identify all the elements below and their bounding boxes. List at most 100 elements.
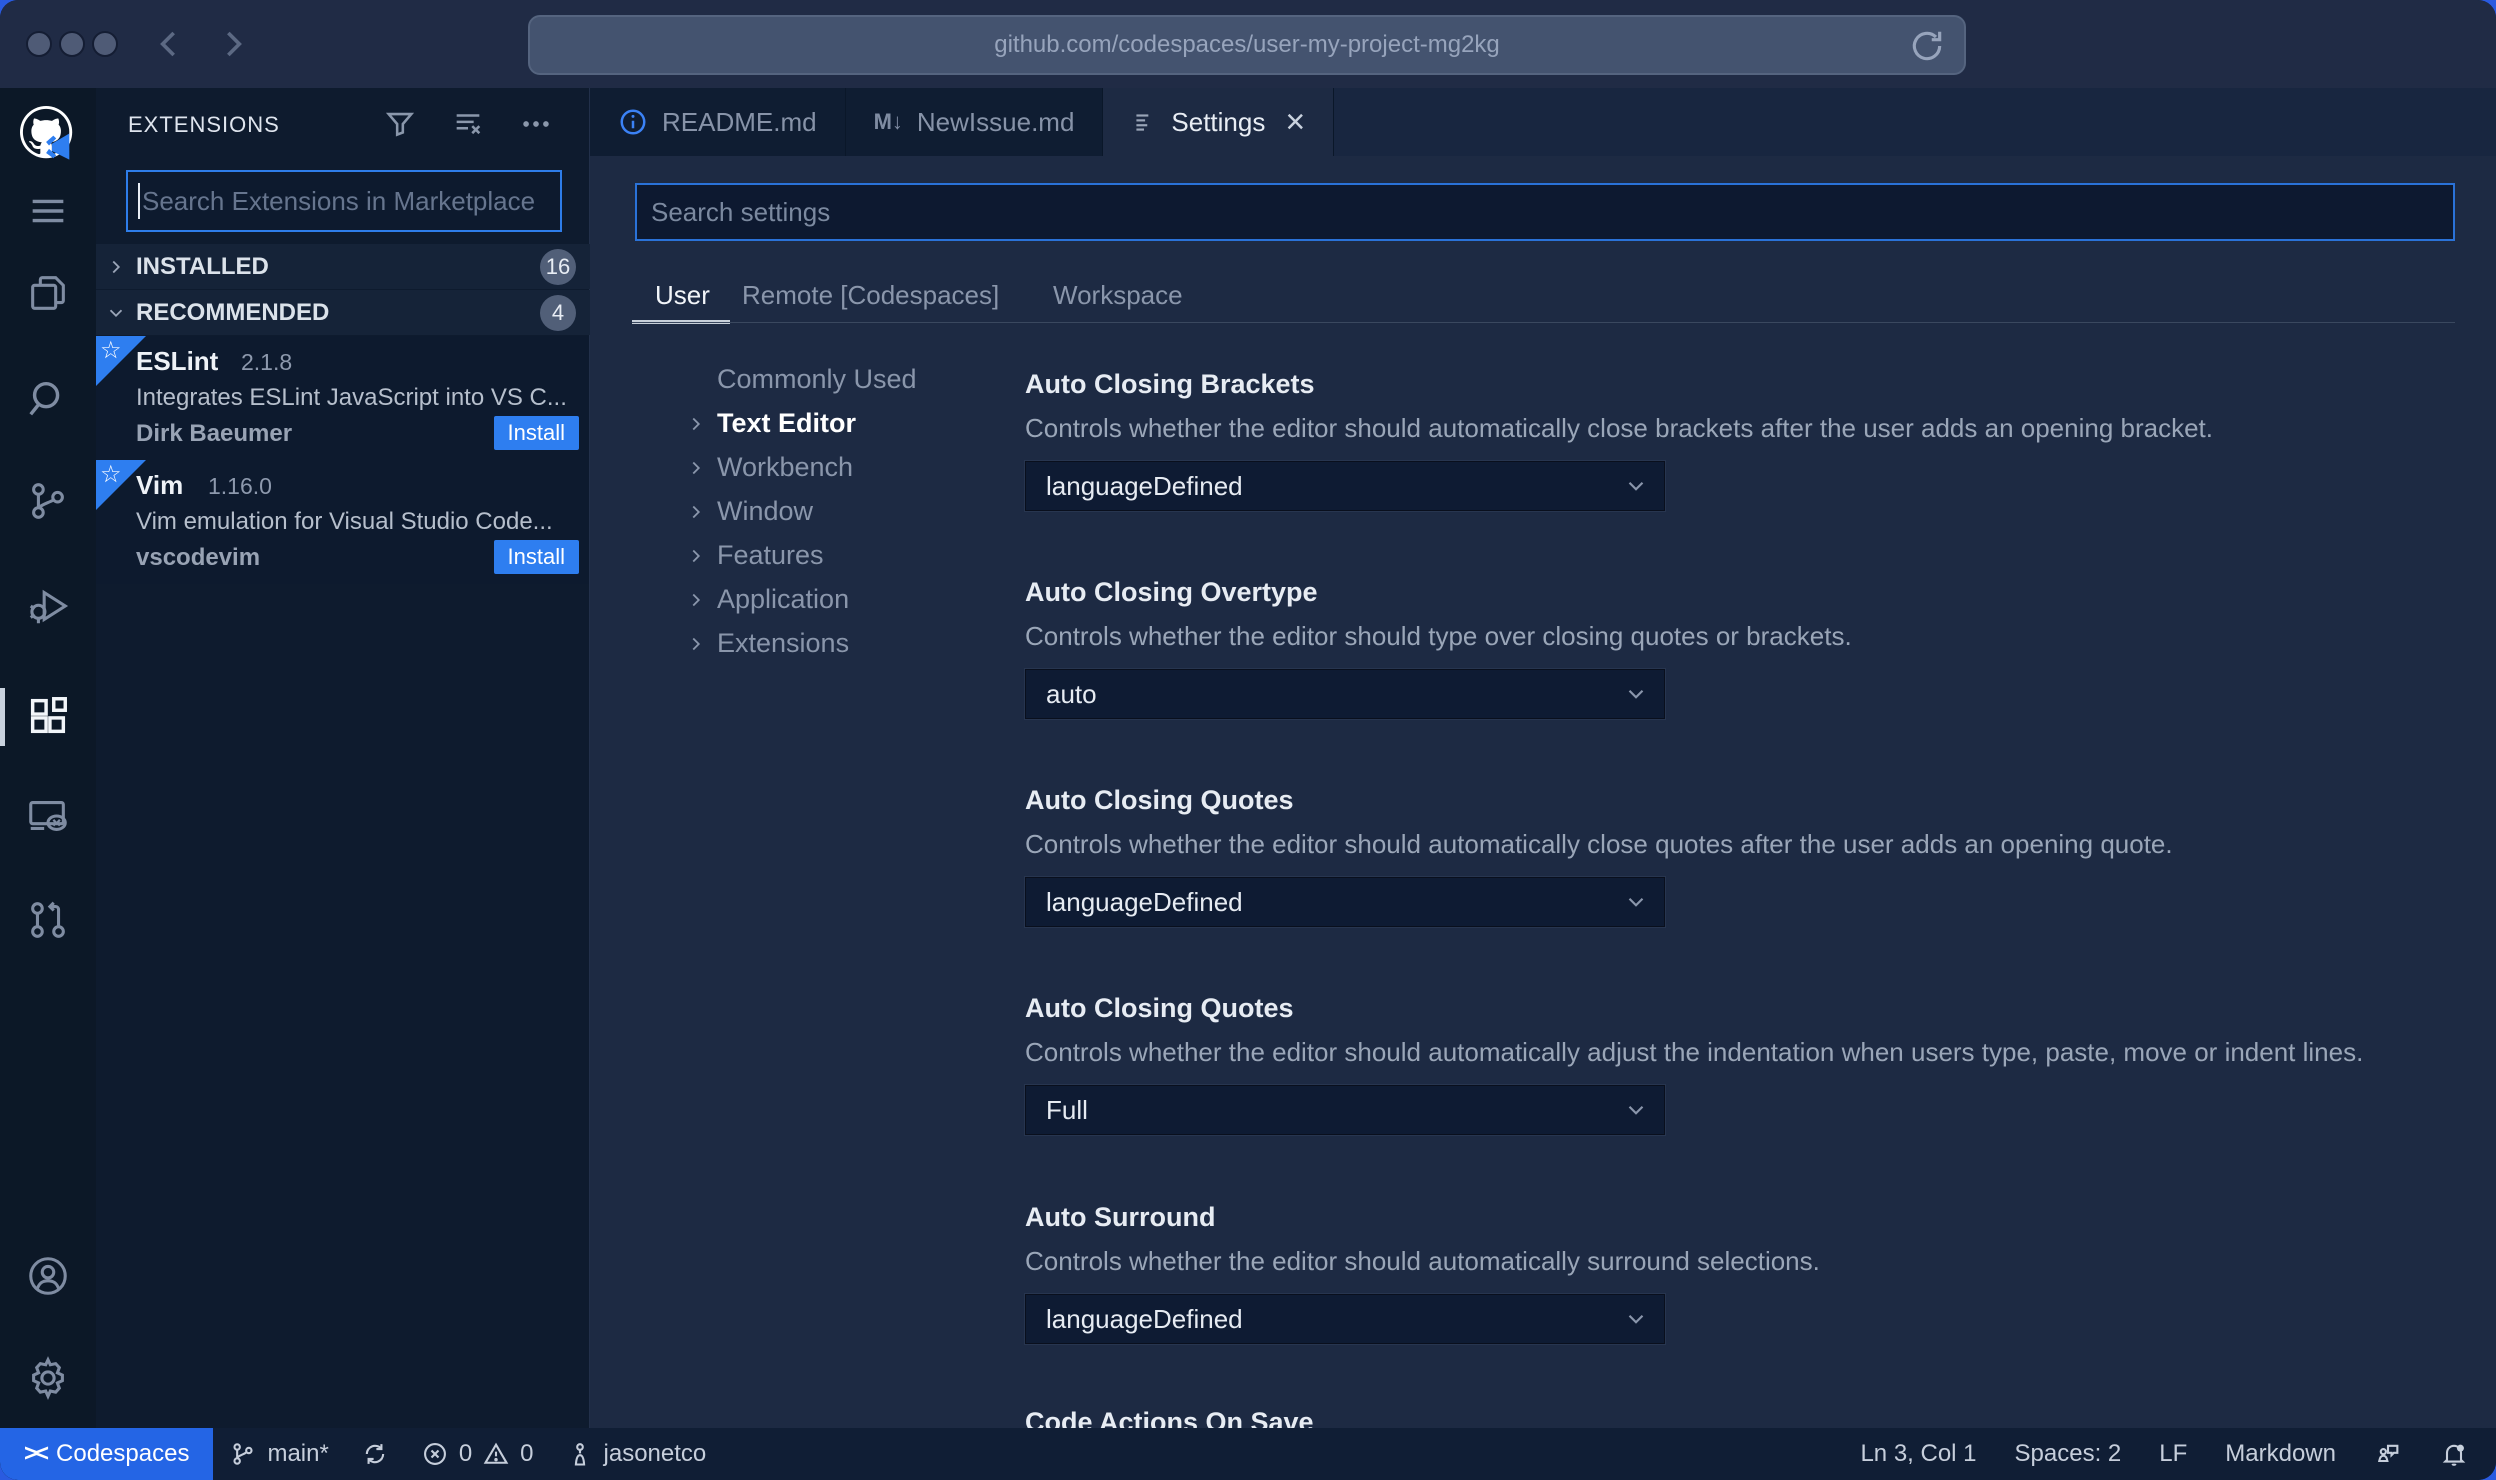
problems-indicator[interactable]: 0 0 [405, 1428, 550, 1480]
chevron-down-icon [1608, 1097, 1664, 1123]
toc-label: Features [717, 540, 824, 570]
remote-indicator[interactable]: >< Codespaces [0, 1428, 214, 1480]
back-icon[interactable] [148, 22, 192, 66]
reload-icon[interactable] [1908, 27, 1946, 65]
toc-window[interactable]: Window [685, 496, 813, 527]
setting-title: Code Actions On Save [1025, 1407, 1314, 1428]
chevron-right-icon [685, 501, 707, 523]
section-count-badge: 16 [540, 248, 576, 285]
line-col-text: Ln 3, Col 1 [1860, 1440, 1977, 1467]
branch-indicator[interactable]: main* [213, 1428, 344, 1480]
window-minimize-button[interactable] [59, 31, 85, 57]
filter-icon[interactable] [380, 104, 420, 144]
feedback-button[interactable] [2362, 1428, 2414, 1480]
address-bar[interactable]: github.com/codespaces/user-my-project-mg… [528, 15, 1966, 75]
remote-explorer-icon[interactable] [0, 788, 96, 844]
toc-label: Extensions [717, 628, 850, 658]
tab-label: NewIssue.md [916, 106, 1075, 137]
window-close-button[interactable] [26, 31, 52, 57]
dropdown-value: languageDefined [1046, 886, 1243, 917]
pull-request-icon[interactable] [0, 892, 96, 948]
activity-bar [0, 88, 96, 1428]
toc-text-editor[interactable]: Text Editor [685, 408, 856, 439]
setting-dropdown[interactable]: languageDefined [1024, 460, 1666, 512]
forward-icon[interactable] [210, 22, 254, 66]
feedback-icon [2374, 1440, 2402, 1468]
dropdown-value: languageDefined [1046, 1303, 1243, 1334]
extension-row-vim[interactable]: ☆ Vim 1.16.0 Vim emulation for Visual St… [96, 460, 589, 584]
language-mode[interactable]: Markdown [2213, 1428, 2348, 1480]
source-control-icon[interactable] [0, 473, 96, 529]
extension-version: 2.1.8 [241, 349, 293, 375]
toc-label: Commonly Used [717, 364, 917, 394]
toc-extensions[interactable]: Extensions [685, 628, 849, 659]
scope-tab-workspace[interactable]: Workspace [1053, 280, 1183, 311]
menu-icon[interactable] [0, 183, 96, 239]
tab-readme[interactable]: README.md [590, 88, 846, 156]
section-label: RECOMMENDED [136, 298, 330, 326]
person-icon [566, 1440, 594, 1468]
close-icon[interactable]: × [1285, 105, 1305, 139]
tab-newissue[interactable]: M↓ NewIssue.md [845, 88, 1104, 156]
browser-window: github.com/codespaces/user-my-project-mg… [0, 0, 2496, 1480]
extensions-sidebar: EXTENSIONS INSTALLED 16 [96, 88, 590, 1428]
notifications-button[interactable] [2428, 1428, 2480, 1480]
chevron-down-icon [1608, 1306, 1664, 1332]
chevron-right-icon [685, 589, 707, 611]
toc-workbench[interactable]: Workbench [685, 452, 853, 483]
tab-label: Settings [1171, 106, 1266, 137]
window-zoom-button[interactable] [92, 31, 118, 57]
setting-dropdown[interactable]: Full [1024, 1084, 1666, 1136]
section-installed[interactable]: INSTALLED 16 [96, 244, 590, 289]
search-icon[interactable] [0, 371, 96, 427]
tab-settings[interactable]: Settings × [1103, 88, 1335, 156]
section-label: INSTALLED [136, 252, 269, 280]
scope-divider [632, 322, 2455, 323]
toc-features[interactable]: Features [685, 540, 824, 571]
toc-label: Window [717, 496, 814, 526]
extensions-search-box[interactable] [126, 170, 562, 232]
dropdown-value: languageDefined [1046, 470, 1243, 501]
error-count: 0 [458, 1440, 473, 1467]
github-codespaces-logo[interactable] [20, 106, 78, 164]
tab-bar: README.md M↓ NewIssue.md Settings × [590, 88, 2496, 156]
settings-search-box[interactable] [635, 183, 2455, 241]
eol-indicator[interactable]: LF [2147, 1428, 2199, 1480]
extensions-icon[interactable] [0, 688, 96, 744]
settings-gear-icon[interactable] [0, 1350, 96, 1406]
run-debug-icon[interactable] [0, 578, 96, 634]
indentation-indicator[interactable]: Spaces: 2 [2003, 1428, 2134, 1480]
scope-tab-user[interactable]: User [655, 280, 710, 311]
error-icon [421, 1440, 449, 1468]
setting-title: Auto Surround [1025, 1202, 1216, 1232]
tab-label: README.md [662, 106, 817, 137]
cursor-position[interactable]: Ln 3, Col 1 [1848, 1428, 1988, 1480]
account-icon[interactable] [0, 1248, 96, 1304]
toc-commonly-used[interactable]: Commonly Used [685, 364, 917, 395]
browser-chrome: github.com/codespaces/user-my-project-mg… [0, 0, 2496, 88]
remote-label: Codespaces [56, 1440, 190, 1467]
clear-extension-search-icon[interactable] [448, 104, 488, 144]
install-button[interactable]: Install [493, 540, 579, 574]
sidebar-header: EXTENSIONS [96, 88, 589, 160]
setting-dropdown[interactable]: languageDefined [1024, 876, 1666, 928]
sidebar-title: EXTENSIONS [128, 112, 280, 137]
more-actions-icon[interactable] [516, 104, 556, 144]
setting-dropdown[interactable]: auto [1024, 668, 1666, 720]
toc-application[interactable]: Application [685, 584, 849, 615]
sync-icon [361, 1440, 389, 1468]
install-button[interactable]: Install [493, 416, 579, 450]
scope-tab-remote[interactable]: Remote [Codespaces] [742, 280, 999, 311]
setting-dropdown[interactable]: languageDefined [1024, 1293, 1666, 1345]
sync-indicator[interactable] [345, 1428, 405, 1480]
settings-editor: User Remote [Codespaces] Workspace Commo… [590, 156, 2496, 1428]
extensions-search-input[interactable] [140, 185, 560, 217]
info-icon [618, 107, 648, 137]
extension-row-eslint[interactable]: ☆ ESLint 2.1.8 Integrates ESLint JavaScr… [96, 336, 589, 460]
explorer-icon[interactable] [0, 265, 96, 321]
chevron-down-icon [96, 302, 136, 324]
window-controls[interactable] [26, 31, 118, 57]
user-indicator[interactable]: jasonetco [550, 1428, 723, 1480]
settings-search-input[interactable] [637, 196, 2453, 228]
section-recommended[interactable]: RECOMMENDED 4 [96, 290, 590, 335]
